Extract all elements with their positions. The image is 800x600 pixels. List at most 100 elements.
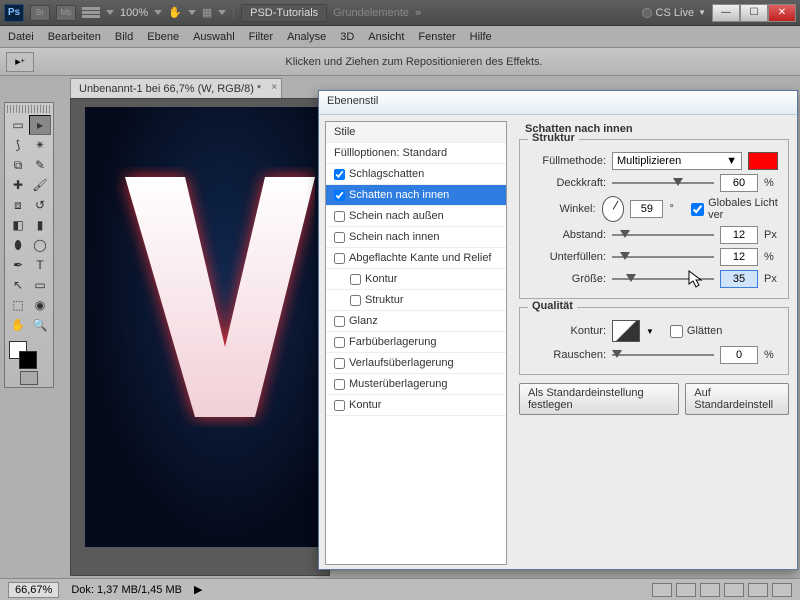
blur-tool[interactable]: ⬮ <box>7 235 29 255</box>
status-icon[interactable] <box>772 583 792 597</box>
style-checkbox[interactable] <box>350 295 361 306</box>
make-default-button[interactable]: Als Standardeinstellung festlegen <box>519 383 679 415</box>
style-checkbox[interactable] <box>334 232 345 243</box>
noise-input[interactable]: 0 <box>720 346 758 364</box>
workspace-label[interactable]: Grundelemente <box>333 7 409 19</box>
style-verlaufueberlagerung[interactable]: Verlaufsüberlagerung <box>326 353 506 374</box>
chevron-down-icon[interactable] <box>106 10 114 15</box>
maximize-button[interactable]: ☐ <box>740 4 768 22</box>
style-farbueberlagerung[interactable]: Farbüberlagerung <box>326 332 506 353</box>
style-checkbox[interactable] <box>334 337 345 348</box>
menu-datei[interactable]: Datei <box>8 31 34 43</box>
zoom-field[interactable]: 66,67% <box>8 582 59 598</box>
style-checkbox[interactable] <box>334 400 345 411</box>
lasso-tool[interactable]: ⟆ <box>7 135 29 155</box>
crop-tool[interactable]: ⧉ <box>7 155 29 175</box>
reset-default-button[interactable]: Auf Standardeinstell <box>685 383 789 415</box>
3d-camera-tool[interactable]: ◉ <box>29 295 51 315</box>
chevron-down-icon[interactable] <box>188 10 196 15</box>
style-schein-nach-aussen[interactable]: Schein nach außen <box>326 206 506 227</box>
fill-method-select[interactable]: Multiplizieren▼ <box>612 152 742 170</box>
style-struktur-sub[interactable]: Struktur <box>326 290 506 311</box>
3d-tool[interactable]: ⬚ <box>7 295 29 315</box>
panel-handle[interactable] <box>7 105 51 113</box>
brush-tool[interactable]: 🖌 <box>29 175 51 195</box>
eraser-tool[interactable]: ◧ <box>7 215 29 235</box>
arrange-icon[interactable] <box>82 7 100 18</box>
hand-tool[interactable]: ✋ <box>7 315 29 335</box>
heal-tool[interactable]: ✚ <box>7 175 29 195</box>
menu-bearbeiten[interactable]: Bearbeiten <box>48 31 101 43</box>
style-glanz[interactable]: Glanz <box>326 311 506 332</box>
path-tool[interactable]: ↖ <box>7 275 29 295</box>
shape-tool[interactable]: ▭ <box>29 275 51 295</box>
zoom-level[interactable]: 100% <box>120 7 148 19</box>
size-slider[interactable] <box>612 272 714 286</box>
angle-dial[interactable] <box>602 196 625 222</box>
cs-live-button[interactable]: CS Live▼ <box>642 7 706 19</box>
menu-fenster[interactable]: Fenster <box>418 31 455 43</box>
mini-bridge-icon[interactable]: Mb <box>56 5 76 21</box>
eyedropper-tool[interactable]: ✎ <box>29 155 51 175</box>
angle-input[interactable]: 59 <box>630 200 663 218</box>
expand-icon[interactable]: » <box>415 7 421 19</box>
menu-filter[interactable]: Filter <box>249 31 273 43</box>
history-brush-tool[interactable]: ↺ <box>29 195 51 215</box>
status-icon[interactable] <box>652 583 672 597</box>
distance-slider[interactable] <box>612 228 714 242</box>
antialias-checkbox[interactable]: Glätten <box>670 325 722 338</box>
background-swatch[interactable] <box>19 351 37 369</box>
style-schatten-nach-innen[interactable]: Schatten nach innen <box>326 185 506 206</box>
gradient-tool[interactable]: ▮ <box>29 215 51 235</box>
pen-tool[interactable]: ✒ <box>7 255 29 275</box>
view-icon[interactable]: ▦ <box>202 6 212 19</box>
hand-icon[interactable]: ✋ <box>168 6 182 19</box>
status-icon[interactable] <box>748 583 768 597</box>
global-light-input[interactable] <box>691 203 704 216</box>
document-tab[interactable]: Unbenannt-1 bei 66,7% (W, RGB/8) * × <box>70 78 282 98</box>
bridge-icon[interactable]: Br <box>30 5 50 21</box>
style-checkbox[interactable] <box>350 274 361 285</box>
move-tool[interactable]: ▸ <box>29 115 51 135</box>
chevron-right-icon[interactable]: ▶ <box>194 583 202 596</box>
status-icon[interactable] <box>724 583 744 597</box>
opacity-input[interactable]: 60 <box>720 174 758 192</box>
chevron-down-icon[interactable]: ▼ <box>646 327 654 336</box>
style-checkbox[interactable] <box>334 379 345 390</box>
opacity-slider[interactable] <box>612 176 714 190</box>
contour-picker[interactable] <box>612 320 640 342</box>
choke-input[interactable]: 12 <box>720 248 758 266</box>
menu-bild[interactable]: Bild <box>115 31 133 43</box>
chevron-down-icon[interactable] <box>154 10 162 15</box>
workspace-button[interactable]: PSD-Tutorials <box>241 4 327 22</box>
zoom-tool[interactable]: 🔍 <box>29 315 51 335</box>
style-kontur-sub[interactable]: Kontur <box>326 269 506 290</box>
close-icon[interactable]: × <box>271 82 277 93</box>
styles-header[interactable]: Stile <box>326 122 506 143</box>
stamp-tool[interactable]: ⧈ <box>7 195 29 215</box>
move-tool-indicator[interactable]: ▸+ <box>6 52 34 72</box>
distance-input[interactable]: 12 <box>720 226 758 244</box>
wand-tool[interactable]: ✴ <box>29 135 51 155</box>
style-checkbox[interactable] <box>334 190 345 201</box>
style-bevel[interactable]: Abgeflachte Kante und Relief <box>326 248 506 269</box>
minimize-button[interactable]: — <box>712 4 740 22</box>
style-checkbox[interactable] <box>334 211 345 222</box>
menu-ansicht[interactable]: Ansicht <box>368 31 404 43</box>
chevron-down-icon[interactable] <box>218 10 226 15</box>
style-checkbox[interactable] <box>334 169 345 180</box>
close-button[interactable]: ✕ <box>768 4 796 22</box>
global-light-checkbox[interactable]: Globales Licht ver <box>691 197 782 221</box>
style-schein-nach-innen[interactable]: Schein nach innen <box>326 227 506 248</box>
style-checkbox[interactable] <box>334 253 345 264</box>
marquee-tool[interactable]: ▭ <box>7 115 29 135</box>
color-swatches[interactable] <box>7 339 51 369</box>
color-swatch[interactable] <box>748 152 778 170</box>
style-musterueberlagerung[interactable]: Musterüberlagerung <box>326 374 506 395</box>
menu-auswahl[interactable]: Auswahl <box>193 31 235 43</box>
menu-3d[interactable]: 3D <box>340 31 354 43</box>
dodge-tool[interactable]: ◯ <box>29 235 51 255</box>
canvas[interactable] <box>85 107 330 547</box>
dialog-title[interactable]: Ebenenstil <box>319 91 797 115</box>
status-icon[interactable] <box>700 583 720 597</box>
